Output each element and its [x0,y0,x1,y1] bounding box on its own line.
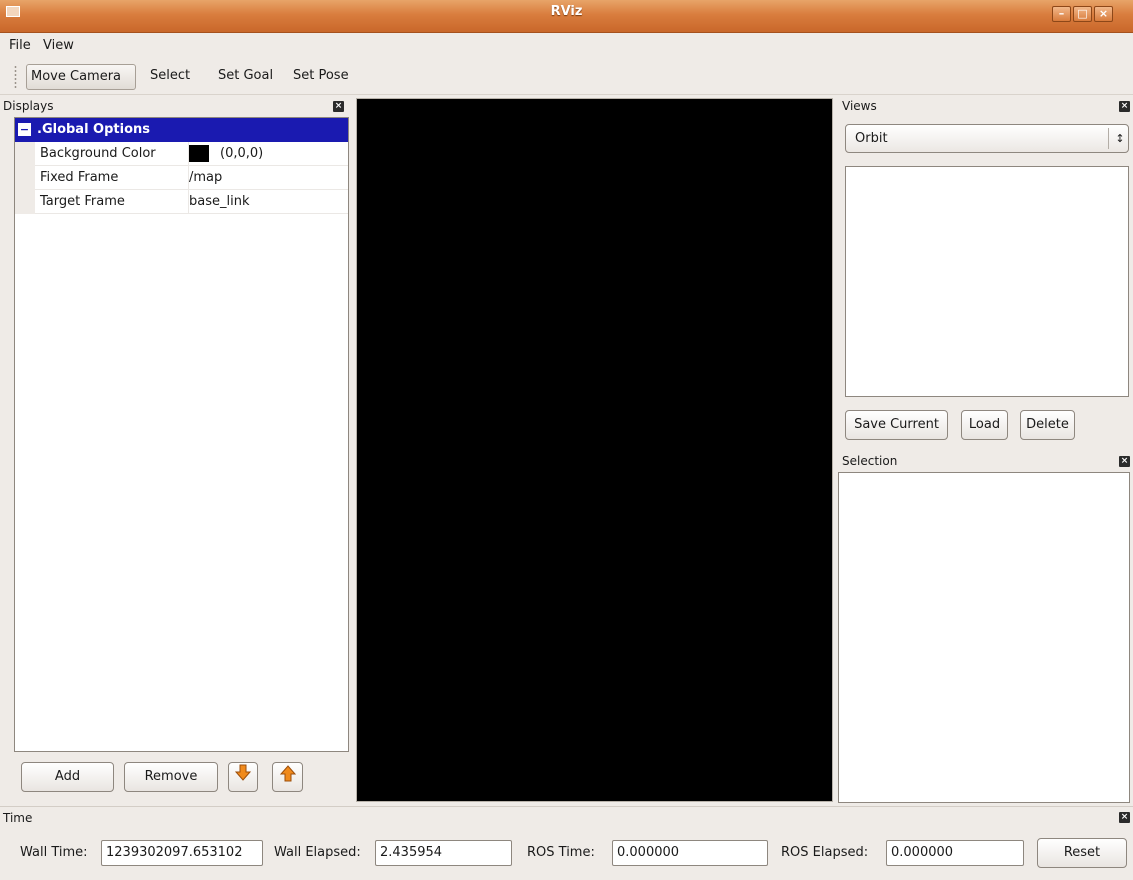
views-close-icon[interactable]: × [1119,101,1130,112]
close-icon[interactable]: × [1094,6,1113,22]
tool-set-pose[interactable]: Set Pose [289,64,353,90]
add-button[interactable]: Add [21,762,114,792]
remove-button[interactable]: Remove [124,762,218,792]
displays-close-icon[interactable]: × [333,101,344,112]
tree-value[interactable]: (0,0,0) [220,142,263,165]
spinner-arrows-icon: ↕ [1115,132,1125,145]
tree-gutter [15,190,35,214]
menu-view[interactable]: View [43,33,74,59]
time-panel-title: Time [3,811,33,825]
views-panel-title: Views [842,99,877,113]
save-current-button[interactable]: Save Current [845,410,948,440]
tree-row-target-frame[interactable]: Target Frame base_link [15,190,348,214]
selection-close-icon[interactable]: × [1119,456,1130,467]
move-up-button[interactable] [272,762,303,792]
delete-button[interactable]: Delete [1020,410,1075,440]
color-swatch[interactable] [189,145,209,162]
tool-set-goal[interactable]: Set Goal [214,64,277,90]
wall-elapsed-field[interactable]: 2.435954 [375,840,512,866]
minimize-icon[interactable]: – [1052,6,1071,22]
tree-key: Background Color [40,146,156,161]
tree-key: .Global Options [37,122,151,137]
move-down-button[interactable] [228,762,258,792]
toolbar-grip-icon[interactable] [14,65,17,89]
tool-move-camera[interactable]: Move Camera [26,64,136,90]
load-button[interactable]: Load [961,410,1008,440]
wall-time-label: Wall Time: [20,845,88,860]
selection-panel-title: Selection [842,454,898,468]
view-type-value: Orbit [855,131,888,146]
wall-time-field[interactable]: 1239302097.653102 [101,840,263,866]
tree-gutter [15,142,35,166]
view-type-select[interactable]: Orbit ↕ [845,124,1129,153]
tree-row-background-color[interactable]: Background Color (0,0,0) [15,142,348,166]
toolbar: Move Camera Select Set Goal Set Pose [0,59,1133,95]
title-bar: RViz – □ × [0,0,1133,33]
collapse-icon[interactable]: − [18,123,31,136]
displays-panel-title: Displays [3,99,54,113]
ros-time-label: ROS Time: [527,845,595,860]
ros-elapsed-field[interactable]: 0.000000 [886,840,1024,866]
tree-key: Target Frame [40,194,125,209]
tree-row-global-options[interactable]: − .Global Options [15,118,348,142]
tree-value[interactable]: base_link [189,190,249,213]
time-close-icon[interactable]: × [1119,812,1130,823]
time-divider [0,806,1133,807]
displays-tree[interactable]: − .Global Options Background Color (0,0,… [14,117,349,752]
menu-file[interactable]: File [9,33,31,59]
maximize-icon[interactable]: □ [1073,6,1092,22]
render-panel[interactable] [356,98,833,802]
tree-key: Fixed Frame [40,170,119,185]
ros-elapsed-label: ROS Elapsed: [781,845,869,860]
tree-value[interactable]: /map [189,166,222,189]
wall-elapsed-label: Wall Elapsed: [274,845,361,860]
window-title: RViz [550,4,583,19]
menu-bar: File View [0,33,1133,59]
arrow-down-icon [234,764,252,781]
ros-time-field[interactable]: 0.000000 [612,840,768,866]
tree-row-fixed-frame[interactable]: Fixed Frame /map [15,166,348,190]
saved-views-list[interactable] [845,166,1129,397]
tool-select[interactable]: Select [146,64,194,90]
selection-tree[interactable] [838,472,1130,803]
reset-button[interactable]: Reset [1037,838,1127,868]
arrow-up-icon [279,765,296,782]
tree-gutter [15,166,35,190]
select-divider [1108,128,1109,149]
column-divider [188,142,189,214]
